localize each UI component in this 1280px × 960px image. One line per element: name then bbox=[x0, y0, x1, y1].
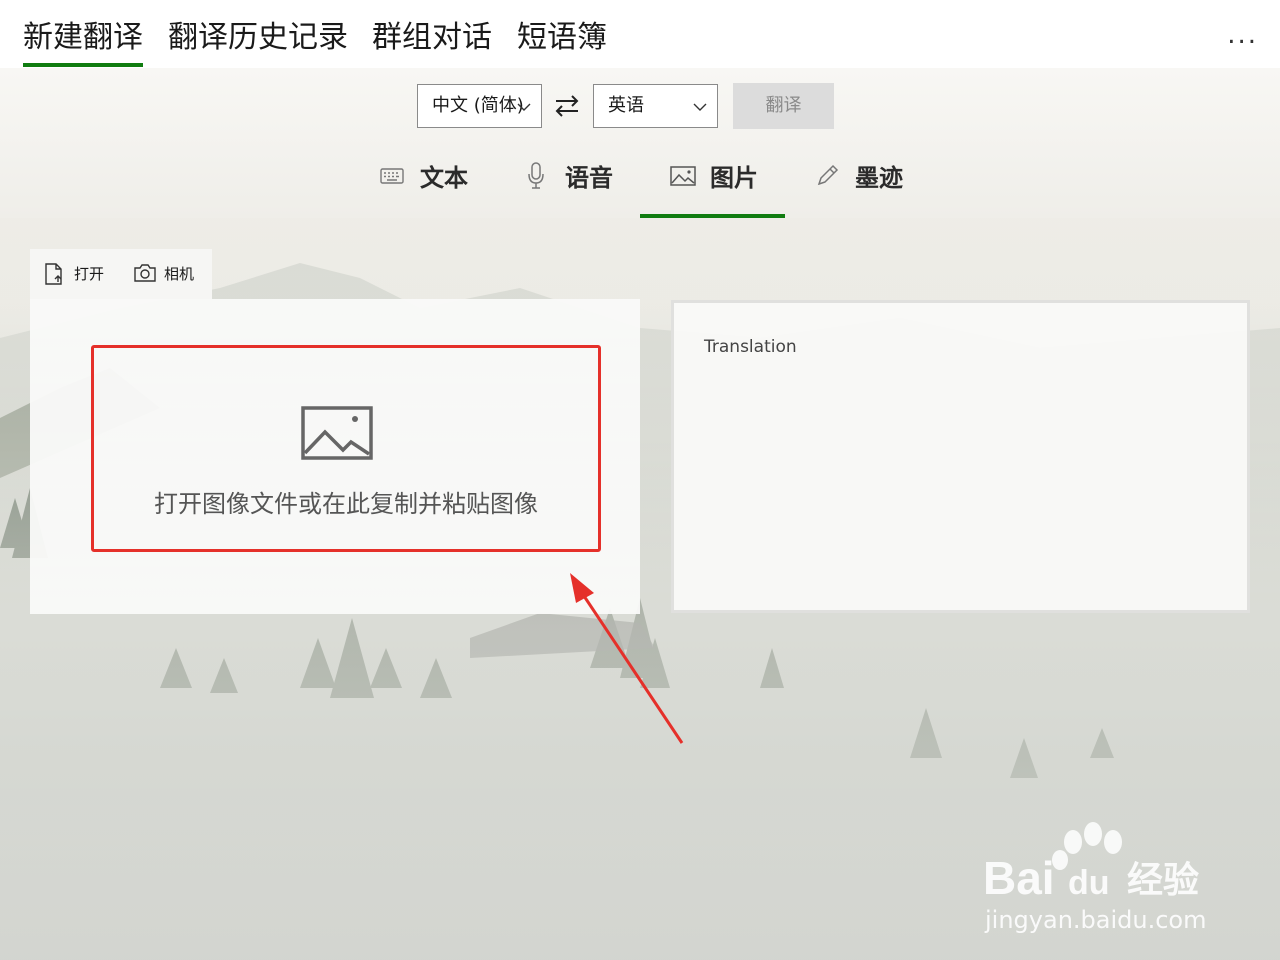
mode-tab-text[interactable]: 文本 bbox=[372, 154, 480, 218]
tab-group-conversation[interactable]: 群组对话 bbox=[372, 18, 492, 58]
camera-icon bbox=[134, 264, 156, 282]
watermark-url: jingyan.baidu.com bbox=[984, 906, 1206, 934]
swap-languages-icon[interactable] bbox=[553, 92, 581, 120]
watermark-product: 经验 bbox=[1127, 860, 1199, 901]
translation-placeholder: Translation bbox=[704, 337, 797, 357]
mode-label-ink: 墨迹 bbox=[855, 164, 903, 192]
open-file-button[interactable]: 打开 bbox=[44, 261, 114, 287]
mode-tab-voice[interactable]: 语音 bbox=[520, 154, 630, 218]
image-icon bbox=[670, 166, 696, 186]
source-language-value: 中文 (简体) bbox=[432, 95, 524, 116]
target-language-value: 英语 bbox=[608, 95, 644, 116]
mode-tab-ink[interactable]: 墨迹 bbox=[815, 154, 915, 218]
chevron-down-icon bbox=[693, 103, 707, 111]
mode-tab-image[interactable]: 图片 bbox=[640, 154, 785, 218]
more-options-button[interactable]: ... bbox=[1227, 20, 1258, 50]
mode-label-image: 图片 bbox=[710, 164, 758, 192]
annotation-arrow bbox=[570, 573, 684, 744]
tab-new-translation[interactable]: 新建翻译 bbox=[23, 18, 143, 67]
open-file-label: 打开 bbox=[74, 265, 105, 283]
open-file-icon bbox=[45, 263, 62, 285]
watermark-brand-du: du bbox=[1068, 864, 1110, 902]
mode-label-voice: 语音 bbox=[565, 164, 613, 192]
source-language-select[interactable]: 中文 (简体) bbox=[417, 84, 542, 128]
mode-label-text: 文本 bbox=[420, 164, 468, 192]
keyboard-icon bbox=[380, 168, 404, 184]
watermark-brand: Bai bbox=[983, 852, 1055, 904]
translation-toolbar: 中文 (简体) 英语 翻译 文本 语音 图片 墨迹 bbox=[0, 68, 1280, 218]
source-panel-toolbar: 打开 相机 bbox=[30, 249, 212, 299]
tab-translation-history[interactable]: 翻译历史记录 bbox=[168, 18, 348, 58]
translate-button[interactable]: 翻译 bbox=[733, 83, 834, 129]
image-placeholder-icon bbox=[301, 406, 373, 460]
top-navigation: 新建翻译 翻译历史记录 群组对话 短语簿 ... bbox=[0, 0, 1280, 68]
target-language-select[interactable]: 英语 bbox=[593, 84, 718, 128]
camera-label: 相机 bbox=[164, 265, 195, 283]
camera-button[interactable]: 相机 bbox=[134, 261, 204, 287]
translation-output-panel[interactable]: Translation bbox=[671, 300, 1250, 613]
pen-icon bbox=[817, 164, 839, 186]
drop-zone-hint: 打开图像文件或在此复制并粘贴图像 bbox=[154, 490, 538, 518]
source-image-panel: 打开图像文件或在此复制并粘贴图像 bbox=[30, 299, 640, 614]
baidu-paw-logo: Bai du 经验 jingyan.baidu.com bbox=[983, 822, 1206, 934]
tab-phrasebook[interactable]: 短语簿 bbox=[517, 18, 607, 58]
image-drop-zone[interactable]: 打开图像文件或在此复制并粘贴图像 bbox=[91, 345, 601, 552]
microphone-icon bbox=[528, 162, 544, 189]
baidu-jingyan-watermark: Bai du 经验 jingyan.baidu.com bbox=[975, 820, 1220, 940]
chevron-down-icon bbox=[517, 103, 531, 111]
